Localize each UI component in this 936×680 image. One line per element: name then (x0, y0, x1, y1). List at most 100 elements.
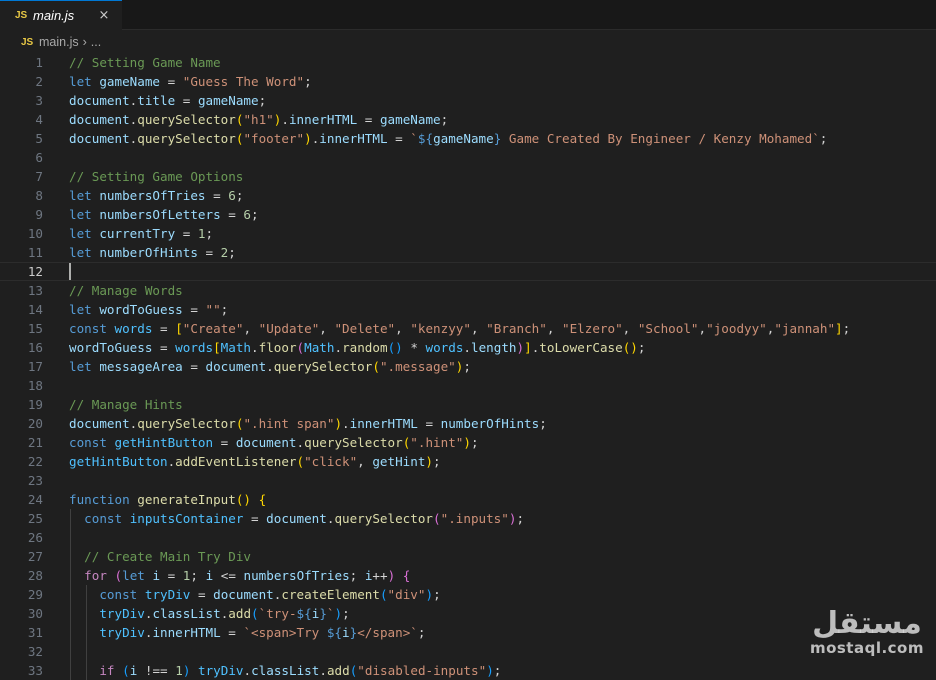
code-token: // Create Main Try Div (84, 549, 251, 564)
code-token: = (175, 93, 198, 108)
code-line[interactable]: 10 let currentTry = 1; (0, 224, 936, 243)
close-icon[interactable]: × (96, 7, 112, 23)
line-number: 19 (27, 397, 43, 412)
text-cursor (69, 263, 71, 280)
code-token: ) (334, 606, 343, 621)
code-line[interactable]: 20 document.querySelector(".hint span").i… (0, 414, 936, 433)
code-line[interactable]: 2 let gameName = "Guess The Word"; (0, 72, 936, 91)
code-token: ; (516, 511, 525, 526)
line-number: 11 (27, 245, 43, 260)
code-line[interactable]: 14 let wordToGuess = ""; (0, 300, 936, 319)
code-line[interactable]: 16 wordToGuess = words[Math.floor(Math.ra… (0, 338, 936, 357)
code-token: let (69, 207, 92, 222)
code-token: ) (486, 663, 494, 678)
code-line[interactable]: 3 document.title = gameName; (0, 91, 936, 110)
code-line[interactable]: 8 let numbersOfTries = 6; (0, 186, 936, 205)
code-line[interactable]: 28 for (let i = 1; i <= numbersOfTries; … (0, 566, 936, 585)
code-line[interactable]: 23 (0, 471, 936, 490)
code-token: tryDiv (99, 625, 145, 640)
code-line[interactable]: 6 (0, 148, 936, 167)
code-line[interactable]: 18 (0, 376, 936, 395)
code-line[interactable]: 22 getHintButton.addEventListener("click"… (0, 452, 936, 471)
code-line[interactable]: 21 const getHintButton = document.querySe… (0, 433, 936, 452)
line-number: 26 (27, 530, 43, 545)
code-editor[interactable]: 1 // Setting Game Name 2 let gameName = "Gu… (0, 53, 936, 680)
code-token: = (205, 188, 229, 203)
code-line[interactable]: 26 (0, 528, 936, 547)
code-line[interactable]: 12 (0, 262, 936, 281)
code-token: = (243, 511, 267, 526)
code-token: words (175, 340, 214, 355)
code-line[interactable]: 31 tryDiv.innerHTML = `<span>Try ${i}</s… (0, 623, 936, 642)
code-token: // Setting Game Name (69, 55, 221, 70)
line-number: 28 (27, 568, 43, 583)
code-token: 1 (175, 663, 183, 678)
breadcrumb-more[interactable]: ... (91, 35, 101, 49)
code-line[interactable]: 30 tryDiv.classList.add(`try-${i}`); (0, 604, 936, 623)
code-line[interactable]: 1 // Setting Game Name (0, 53, 936, 72)
code-line[interactable]: 9 let numbersOfLetters = 6; (0, 205, 936, 224)
code-token: "click" (304, 454, 358, 469)
code-token: "Elzero" (562, 321, 623, 336)
code-token: . (296, 435, 305, 450)
code-token: "kenzyy" (410, 321, 471, 336)
code-token: "" (205, 302, 221, 317)
code-token: const (84, 511, 123, 526)
code-line[interactable]: 29 const tryDiv = document.createElement… (0, 585, 936, 604)
code-token: ` (410, 131, 418, 146)
code-token: ".hint" (410, 435, 464, 450)
code-token: ; (205, 226, 214, 241)
line-number: 31 (27, 625, 43, 640)
code-token: . (319, 663, 327, 678)
code-token: ( (379, 587, 388, 602)
code-token: Math (304, 340, 335, 355)
code-text: let wordToGuess = ""; (69, 300, 228, 319)
code-line[interactable]: 15 const words = ["Create", "Update", "De… (0, 319, 936, 338)
code-line[interactable]: 7 // Setting Game Options (0, 167, 936, 186)
code-token: random (342, 340, 388, 355)
code-line[interactable]: 5 document.querySelector("footer").innerH… (0, 129, 936, 148)
code-token: . (266, 359, 274, 374)
code-line[interactable]: 17 let messageArea = document.querySelect… (0, 357, 936, 376)
code-token: numbersOfTries (243, 568, 350, 583)
line-number: 30 (27, 606, 43, 621)
code-line[interactable]: 19 // Manage Hints (0, 395, 936, 414)
code-line[interactable]: 27 // Create Main Try Div (0, 547, 936, 566)
code-line[interactable]: 25 const inputsContainer = document.quer… (0, 509, 936, 528)
code-line[interactable]: 33 if (i !== 1) tryDiv.classList.add("di… (0, 661, 936, 680)
code-token: length (471, 340, 517, 355)
code-line[interactable]: 24 function generateInput() { (0, 490, 936, 509)
line-number: 14 (27, 302, 43, 317)
code-token: ++ (372, 568, 388, 583)
code-line[interactable]: 4 document.querySelector("h1").innerHTML … (0, 110, 936, 129)
code-token: let (69, 74, 92, 89)
code-token: function (69, 492, 130, 507)
line-number: 27 (27, 549, 43, 564)
line-number: 16 (27, 340, 43, 355)
line-number: 13 (27, 283, 43, 298)
code-line[interactable]: 13 // Manage Words (0, 281, 936, 300)
code-token: document (205, 359, 267, 374)
tab-main-js[interactable]: JS main.js × (0, 0, 122, 30)
code-text: getHintButton.addEventListener("click", … (69, 452, 441, 471)
breadcrumb-file[interactable]: main.js (39, 35, 79, 49)
code-line[interactable]: 32 (0, 642, 936, 661)
code-token: , (698, 321, 707, 336)
code-token: "jannah" (774, 321, 836, 336)
code-text: const tryDiv = document.createElement("d… (69, 585, 441, 604)
code-line[interactable]: 11 let numberOfHints = 2; (0, 243, 936, 262)
code-token: // Manage Words (69, 283, 183, 298)
code-token: ; (251, 207, 259, 222)
code-token: ; (433, 587, 441, 602)
code-token: const (99, 587, 138, 602)
code-text: function generateInput() { (69, 490, 266, 509)
code-token: ; (440, 112, 449, 127)
code-token: generateInput (137, 492, 236, 507)
code-token: Math (220, 340, 252, 355)
code-token: currentTry (99, 226, 176, 241)
